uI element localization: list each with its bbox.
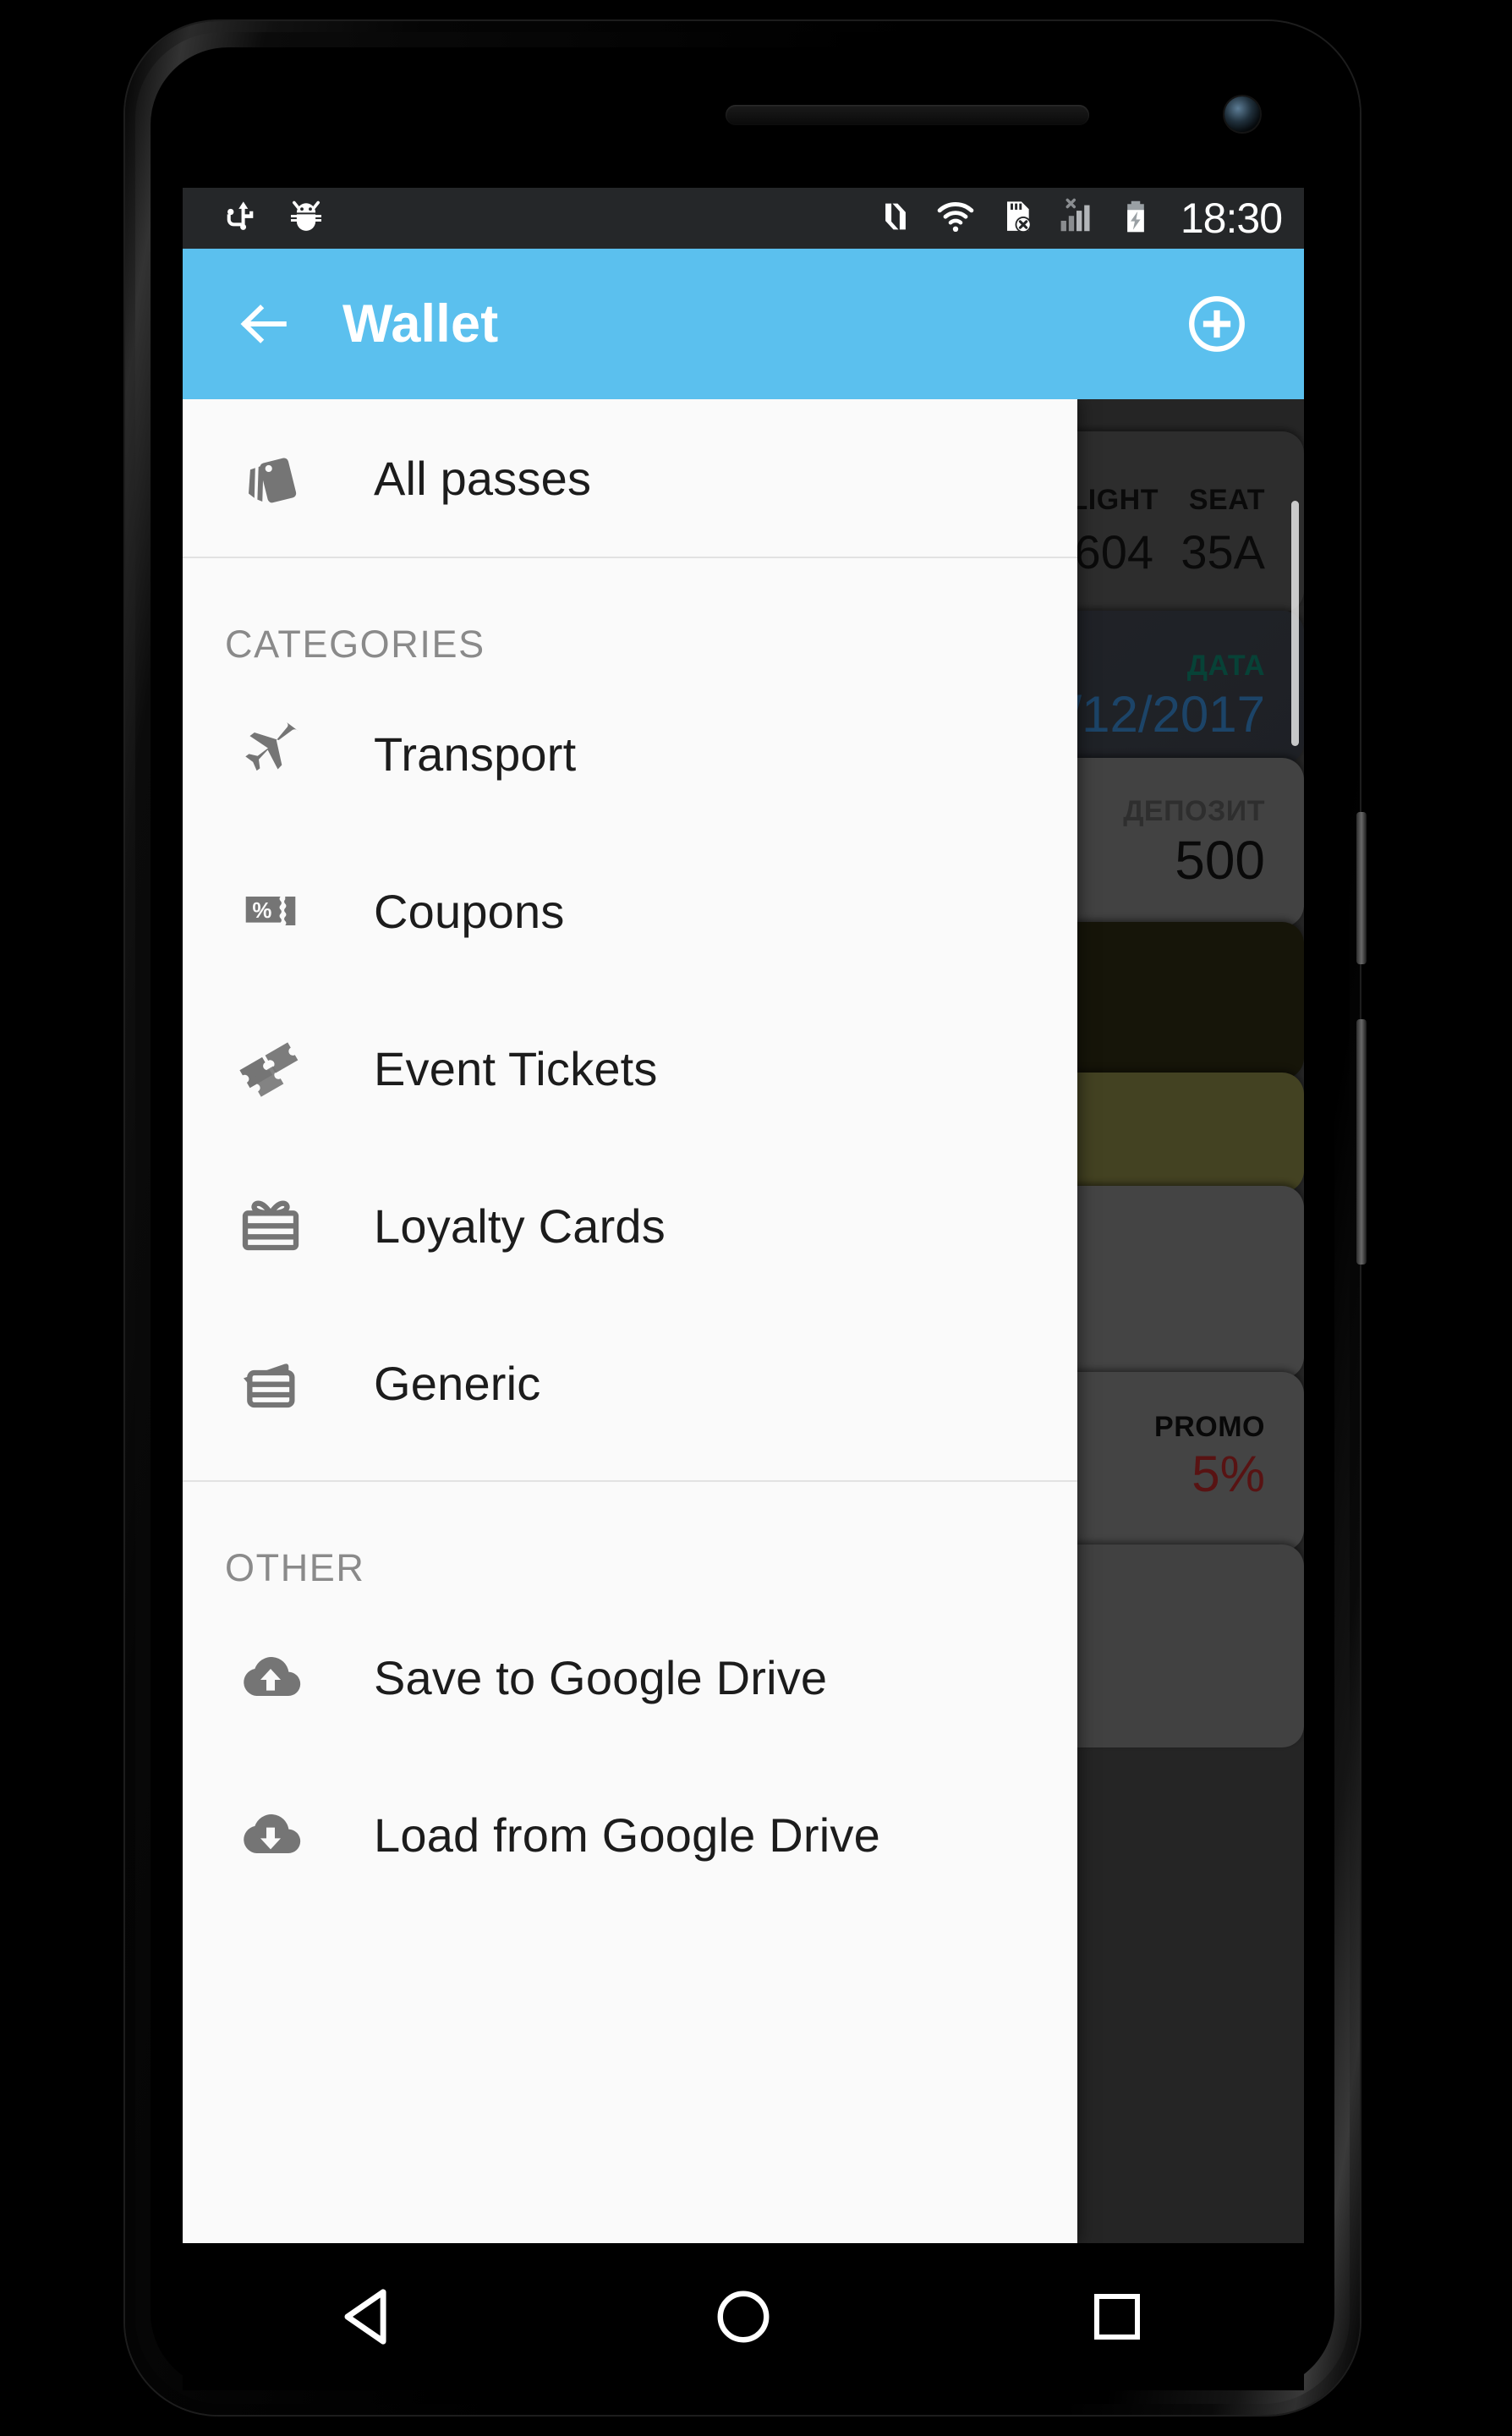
cell-signal-no-sim-icon [1057, 197, 1096, 240]
tickets-icon [222, 1034, 320, 1103]
page-title: Wallet [342, 294, 499, 354]
drawer-item-transport[interactable]: Transport [183, 675, 1077, 832]
sdcard-error-icon [998, 198, 1035, 239]
wifi-icon [935, 196, 976, 241]
seat-label: SEAT [1188, 484, 1265, 516]
status-bar-left-icons [183, 197, 326, 240]
nfc-icon [878, 199, 913, 239]
arrow-left-icon[interactable] [230, 290, 298, 358]
drawer-item-label: Event Tickets [374, 1041, 658, 1095]
front-camera [1224, 96, 1260, 132]
drawer-item-label: All passes [374, 451, 592, 505]
drawer-item-loyalty-cards[interactable]: Loyalty Cards [183, 1147, 1077, 1304]
android-navigation-bar [183, 2243, 1304, 2390]
nav-back-icon[interactable] [306, 2270, 433, 2363]
android-debug-bug-icon [287, 197, 326, 240]
drawer-section-other: OTHER [225, 1546, 365, 1589]
usb-icon [221, 198, 258, 239]
airplane-icon [222, 719, 320, 788]
drawer-item-label: Loyalty Cards [374, 1199, 666, 1253]
drawer-item-label: Save to Google Drive [374, 1650, 828, 1704]
add-circle-outline-icon[interactable] [1179, 286, 1255, 362]
drawer-item-all-passes[interactable]: All passes [183, 399, 1077, 557]
promo-label: PROMO [1154, 1411, 1265, 1443]
gift-card-icon [222, 1192, 320, 1259]
cloud-upload-icon [222, 1643, 320, 1711]
date-label: ДАТА [1186, 650, 1265, 682]
deposit-value: 500 [1175, 830, 1265, 891]
drawer-item-coupons[interactable]: % Coupons [183, 832, 1077, 990]
status-bar-right-icons: 18:30 [878, 196, 1304, 241]
drawer-item-save-to-google-drive[interactable]: Save to Google Drive [183, 1599, 1077, 1756]
status-bar-clock: 18:30 [1180, 195, 1283, 242]
navigation-drawer: All passes CATEGORIES Transport % Coupon… [183, 399, 1077, 2243]
drawer-item-label: Load from Google Drive [374, 1808, 880, 1862]
drawer-item-generic[interactable]: Generic [183, 1304, 1077, 1462]
nav-home-icon[interactable] [680, 2270, 807, 2363]
cloud-download-icon [222, 1801, 320, 1868]
seat-value: 35A [1181, 525, 1265, 579]
power-button[interactable] [1356, 1019, 1367, 1265]
drawer-item-label: Generic [374, 1356, 541, 1410]
app-bar: Wallet [183, 249, 1304, 399]
passes-stack-icon [222, 445, 320, 511]
status-bar: 18:30 [183, 188, 1304, 249]
card-stack-icon [222, 1349, 320, 1417]
deposit-label: ДЕПОЗИТ [1123, 795, 1265, 827]
drawer-item-event-tickets[interactable]: Event Tickets [183, 990, 1077, 1147]
volume-button[interactable] [1356, 812, 1367, 964]
drawer-item-load-from-google-drive[interactable]: Load from Google Drive [183, 1756, 1077, 1913]
drawer-item-label: Coupons [374, 884, 565, 938]
svg-text:%: % [252, 899, 271, 923]
vertical-scrollbar[interactable] [1291, 501, 1299, 746]
phone-screen: FLIGHT SEAT A0604 35A ДАТА 9/12/2017 ДЕП… [183, 188, 1304, 2243]
screenshot-stage: FLIGHT SEAT A0604 35A ДАТА 9/12/2017 ДЕП… [0, 0, 1512, 2436]
drawer-spacer [183, 1462, 1077, 1480]
drawer-item-label: Transport [374, 727, 577, 781]
coupon-percent-icon: % [222, 880, 320, 942]
battery-charging-icon [1118, 199, 1153, 239]
earpiece-speaker [726, 105, 1089, 125]
promo-value: 5% [1192, 1446, 1265, 1502]
drawer-section-categories: CATEGORIES [225, 623, 485, 666]
nav-recents-icon[interactable] [1054, 2270, 1181, 2363]
